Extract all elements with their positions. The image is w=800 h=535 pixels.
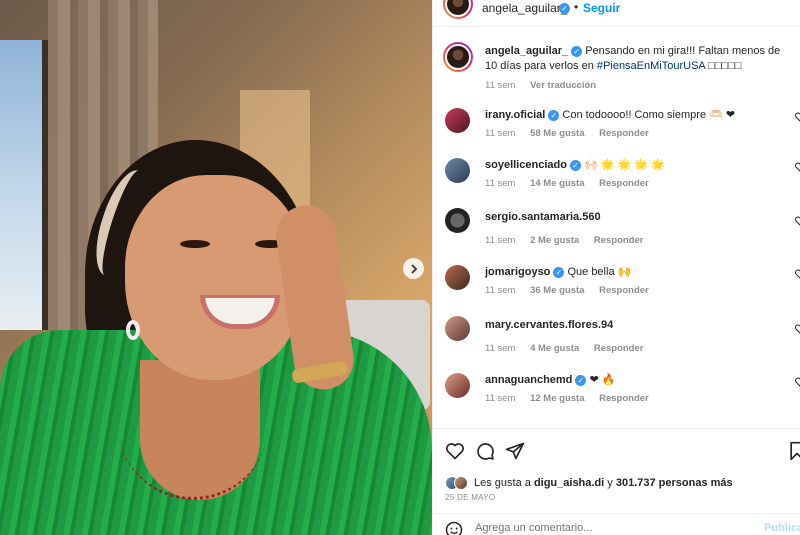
- caption-emojis: □□□□□: [708, 60, 742, 72]
- comment-text: annaguanchemd ✓ ❤ 🔥: [485, 373, 785, 388]
- author-avatar[interactable]: [443, 0, 473, 19]
- emoji-icon[interactable]: [445, 521, 463, 535]
- reply-button[interactable]: Responder: [594, 343, 644, 354]
- header-divider: [433, 26, 800, 27]
- photo-earring: [126, 320, 140, 340]
- comment-time[interactable]: 11 sem: [485, 343, 515, 354]
- verified-icon: ✓: [575, 374, 587, 386]
- post-date[interactable]: 25 DE MAYO: [445, 493, 495, 502]
- commenter-avatar[interactable]: [445, 158, 470, 183]
- commenter-avatar[interactable]: [445, 208, 470, 233]
- publish-button[interactable]: Publicar: [764, 522, 800, 534]
- reply-button[interactable]: Responder: [599, 178, 649, 189]
- commenter-username[interactable]: jomarigoyso: [485, 266, 550, 278]
- reply-button[interactable]: Responder: [599, 128, 649, 139]
- post-panel: angela_aguilar_ ✓ • Seguir angela_aguila…: [432, 0, 800, 535]
- next-photo-button[interactable]: [403, 258, 424, 279]
- reply-button[interactable]: Responder: [599, 285, 649, 296]
- commenter-avatar[interactable]: [445, 108, 470, 133]
- comment-time[interactable]: 11 sem: [485, 128, 515, 139]
- commenter-username[interactable]: sergio.santamaria.560: [485, 211, 601, 223]
- likes-first-user[interactable]: digu_aisha.di: [534, 477, 604, 489]
- share-icon[interactable]: [505, 441, 525, 461]
- comment-time[interactable]: 11 sem: [485, 393, 515, 404]
- heart-icon[interactable]: [795, 216, 800, 226]
- bookmark-icon[interactable]: [787, 441, 800, 461]
- likes-prefix: Les gusta a: [474, 477, 531, 489]
- comment-body: ❤ 🔥: [589, 374, 616, 386]
- comment-likes[interactable]: 58 Me gusta: [530, 128, 584, 139]
- likes-text: Les gusta a digu_aisha.di y 301.737 pers…: [474, 477, 733, 489]
- add-comment-bar: Publicar: [433, 513, 800, 535]
- comment-text: soyellicenciado ✓ 🙌🏻 🌟 🌟 🌟 🌟: [485, 158, 785, 173]
- heart-icon[interactable]: [445, 441, 465, 461]
- caption-meta: 11 sem Ver traducción: [485, 80, 608, 91]
- comment-likes[interactable]: 12 Me gusta: [530, 393, 584, 404]
- verified-icon: ✓: [571, 45, 583, 57]
- comment-likes[interactable]: 4 Me gusta: [530, 343, 579, 354]
- comment-text: irany.oficial ✓ Con todoooo!! Como siempr…: [485, 108, 785, 123]
- comment-time[interactable]: 11 sem: [485, 178, 515, 189]
- comment-meta: 11 sem 14 Me gusta Responder: [485, 178, 661, 189]
- post-header: angela_aguilar_ ✓ • Seguir: [433, 0, 800, 19]
- comment-text: mary.cervantes.flores.94: [485, 318, 785, 333]
- heart-icon[interactable]: [795, 269, 800, 279]
- comments-list[interactable]: angela_aguilar_ ✓ Pensando en mi gira!!! …: [433, 33, 800, 428]
- reply-button[interactable]: Responder: [599, 393, 649, 404]
- comment-likes[interactable]: 14 Me gusta: [530, 178, 584, 189]
- post-actions: Les gusta a digu_aisha.di y 301.737 pers…: [433, 428, 800, 535]
- comment-text: sergio.santamaria.560: [485, 210, 785, 225]
- commenter-username[interactable]: irany.oficial: [485, 109, 545, 121]
- comment-likes[interactable]: 36 Me gusta: [530, 285, 584, 296]
- photo-eye-left: [180, 240, 210, 248]
- caption-hashtag[interactable]: #PiensaEnMiTourUSA: [597, 60, 705, 72]
- comment-icon[interactable]: [475, 441, 495, 461]
- likes-summary: Les gusta a digu_aisha.di y 301.737 pers…: [445, 474, 733, 492]
- heart-icon[interactable]: [795, 162, 800, 172]
- author-username[interactable]: angela_aguilar_: [482, 1, 567, 15]
- comment-meta: 11 sem 36 Me gusta Responder: [485, 285, 661, 296]
- verified-icon: ✓: [553, 266, 565, 278]
- caption-username[interactable]: angela_aguilar_: [485, 45, 568, 57]
- comment-text: jomarigoyso ✓ Que bella 🙌: [485, 265, 785, 280]
- commenter-avatar[interactable]: [445, 265, 470, 290]
- commenter-username[interactable]: mary.cervantes.flores.94: [485, 319, 613, 331]
- caption-time[interactable]: 11 sem: [485, 80, 515, 91]
- comment-likes[interactable]: 2 Me gusta: [530, 235, 579, 246]
- commenter-username[interactable]: annaguanchemd: [485, 374, 572, 386]
- verified-icon: ✓: [569, 159, 581, 171]
- separator-dot: •: [574, 0, 579, 14]
- chevron-right-icon: [410, 263, 417, 274]
- reply-button[interactable]: Responder: [594, 235, 644, 246]
- comment-time[interactable]: 11 sem: [485, 235, 515, 246]
- photo-face: [125, 175, 305, 380]
- verified-icon: ✓: [559, 3, 570, 14]
- commenter-avatar[interactable]: [445, 373, 470, 398]
- comment-body: Con todoooo!! Como siempre 🫶🏻 ❤: [562, 109, 736, 121]
- photo-window: [0, 40, 48, 330]
- post-photo[interactable]: [0, 0, 432, 535]
- comment-body: 🙌🏻 🌟 🌟 🌟 🌟: [584, 159, 665, 171]
- comment-time[interactable]: 11 sem: [485, 285, 515, 296]
- likes-others[interactable]: 301.737 personas más: [616, 477, 733, 489]
- verified-icon: ✓: [548, 109, 560, 121]
- commenter-avatar[interactable]: [445, 316, 470, 341]
- comment-input[interactable]: [475, 520, 745, 535]
- comment-meta: 11 sem 58 Me gusta Responder: [485, 128, 661, 139]
- likes-connector: y: [607, 477, 613, 489]
- caption-avatar[interactable]: [443, 42, 473, 72]
- commenter-username[interactable]: soyellicenciado: [485, 159, 567, 171]
- comment-meta: 11 sem 12 Me gusta Responder: [485, 393, 661, 404]
- heart-icon[interactable]: [795, 324, 800, 334]
- heart-icon[interactable]: [795, 377, 800, 387]
- comment-body: Que bella 🙌: [567, 266, 632, 278]
- follow-button[interactable]: Seguir: [583, 1, 620, 15]
- liker-avatar[interactable]: [454, 476, 468, 490]
- heart-icon[interactable]: [795, 112, 800, 122]
- comment-meta: 11 sem 4 Me gusta Responder: [485, 343, 655, 354]
- translate-link[interactable]: Ver traducción: [530, 80, 596, 91]
- caption-text: angela_aguilar_ ✓ Pensando en mi gira!!! …: [485, 44, 785, 74]
- comment-meta: 11 sem 2 Me gusta Responder: [485, 235, 655, 246]
